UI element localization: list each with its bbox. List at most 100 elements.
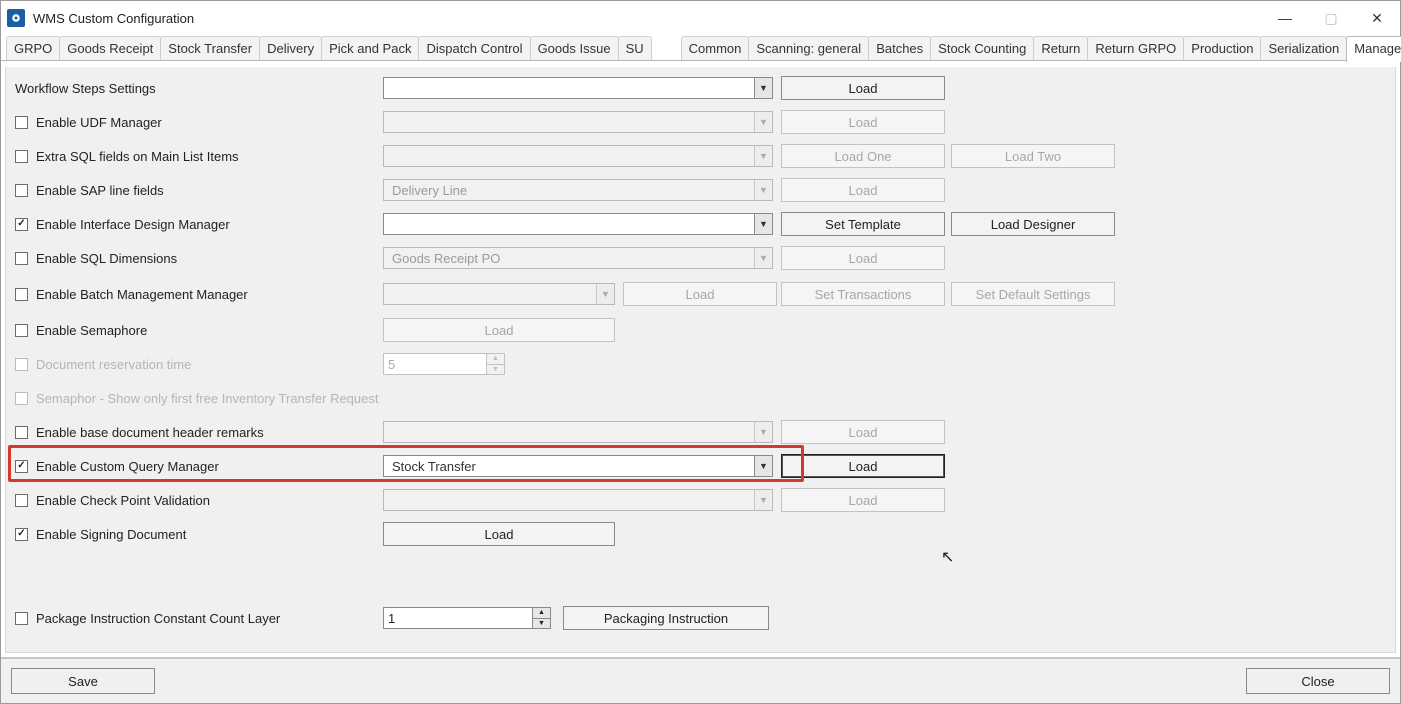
load-designer-button[interactable]: Load Designer <box>951 212 1115 236</box>
tab-goods-receipt[interactable]: Goods Receipt <box>59 36 161 61</box>
spinner-package-instruction[interactable]: 1 ▲▼ <box>383 607 551 629</box>
row-semaphore: Enable Semaphore Load <box>11 313 1390 347</box>
row-signing-doc: Enable Signing Document Load <box>11 517 1390 551</box>
chevron-down-icon: ▼ <box>754 248 772 268</box>
content-area: Workflow Steps Settings ▼ Load Enable UD… <box>1 63 1400 653</box>
checkbox-check-point[interactable] <box>15 494 28 507</box>
load-button-batch-mgmt: Load <box>623 282 777 306</box>
load-button-semaphore: Load <box>383 318 615 342</box>
select-check-point: ▼ <box>383 489 773 511</box>
tab-scanning-general[interactable]: Scanning: general <box>748 36 869 61</box>
checkbox-batch-mgmt[interactable] <box>15 288 28 301</box>
tab-stock-transfer[interactable]: Stock Transfer <box>160 36 260 61</box>
label-udf: Enable UDF Manager <box>36 115 162 130</box>
chevron-up-icon[interactable]: ▲ <box>533 608 550 619</box>
label-interface-design: Enable Interface Design Manager <box>36 217 230 232</box>
tab-batches[interactable]: Batches <box>868 36 931 61</box>
checkbox-package-instruction[interactable] <box>15 612 28 625</box>
load-button-check-point: Load <box>781 488 945 512</box>
chevron-down-icon[interactable]: ▼ <box>533 619 550 629</box>
chevron-down-icon: ▼ <box>754 422 772 442</box>
app-icon <box>7 9 25 27</box>
load-button-workflow[interactable]: Load <box>781 76 945 100</box>
label-package-instruction: Package Instruction Constant Count Layer <box>36 611 280 626</box>
row-interface-design: Enable Interface Design Manager ▼ Set Te… <box>11 207 1390 241</box>
tab-grpo[interactable]: GRPO <box>6 36 60 61</box>
load-button-sql-dimensions: Load <box>781 246 945 270</box>
packaging-instruction-button[interactable]: Packaging Instruction <box>563 606 769 630</box>
select-sap-line: Delivery Line▼ <box>383 179 773 201</box>
checkbox-semaphor-first <box>15 392 28 405</box>
label-workflow: Workflow Steps Settings <box>15 81 156 96</box>
tab-return[interactable]: Return <box>1033 36 1088 61</box>
tab-return-grpo[interactable]: Return GRPO <box>1087 36 1184 61</box>
tab-production[interactable]: Production <box>1183 36 1261 61</box>
select-interface-design[interactable]: ▼ <box>383 213 773 235</box>
select-extra-sql: ▼ <box>383 145 773 167</box>
select-workflow[interactable]: ▼ <box>383 77 773 99</box>
label-doc-res-time: Document reservation time <box>36 357 191 372</box>
chevron-down-icon: ▼ <box>596 284 614 304</box>
row-package-instruction: Package Instruction Constant Count Layer… <box>11 601 1390 635</box>
window-title: WMS Custom Configuration <box>33 11 194 26</box>
load-one-button: Load One <box>781 144 945 168</box>
tab-stock-counting[interactable]: Stock Counting <box>930 36 1034 61</box>
row-check-point: Enable Check Point Validation ▼ Load <box>11 483 1390 517</box>
spinner-doc-res-time: 5 ▲▼ <box>383 353 505 375</box>
tab-serialization[interactable]: Serialization <box>1260 36 1347 61</box>
load-button-sap-line: Load <box>781 178 945 202</box>
tab-dispatch-control[interactable]: Dispatch Control <box>418 36 530 61</box>
close-window-button[interactable]: ✕ <box>1354 1 1400 35</box>
bottom-bar: Save Close <box>1 657 1400 703</box>
checkbox-udf[interactable] <box>15 116 28 129</box>
label-custom-query: Enable Custom Query Manager <box>36 459 219 474</box>
chevron-up-icon: ▲ <box>487 354 504 365</box>
set-default-settings-button: Set Default Settings <box>951 282 1115 306</box>
label-semaphor-first: Semaphor - Show only first free Inventor… <box>36 391 379 406</box>
load-button-custom-query[interactable]: Load <box>781 454 945 478</box>
save-button[interactable]: Save <box>11 668 155 694</box>
load-button-signing-doc[interactable]: Load <box>383 522 615 546</box>
load-button-udf: Load <box>781 110 945 134</box>
checkbox-doc-res-time <box>15 358 28 371</box>
set-template-button[interactable]: Set Template <box>781 212 945 236</box>
tab-common[interactable]: Common <box>681 36 750 61</box>
checkbox-signing-doc[interactable] <box>15 528 28 541</box>
row-udf: Enable UDF Manager ▼ Load <box>11 105 1390 139</box>
checkbox-sap-line[interactable] <box>15 184 28 197</box>
tab-strip: GRPO Goods Receipt Stock Transfer Delive… <box>1 35 1400 63</box>
maximize-button: ▢ <box>1308 1 1354 35</box>
select-udf: ▼ <box>383 111 773 133</box>
chevron-down-icon: ▼ <box>754 456 772 476</box>
select-base-doc: ▼ <box>383 421 773 443</box>
tab-su[interactable]: SU <box>618 36 652 61</box>
checkbox-sql-dimensions[interactable] <box>15 252 28 265</box>
chevron-down-icon: ▼ <box>754 214 772 234</box>
select-batch-mgmt: ▼ <box>383 283 615 305</box>
title-bar: WMS Custom Configuration — ▢ ✕ <box>1 1 1400 35</box>
row-doc-res-time: Document reservation time 5 ▲▼ <box>11 347 1390 381</box>
tab-manager[interactable]: Manager <box>1346 36 1401 62</box>
checkbox-interface-design[interactable] <box>15 218 28 231</box>
row-sap-line: Enable SAP line fields Delivery Line▼ Lo… <box>11 173 1390 207</box>
select-custom-query[interactable]: Stock Transfer▼ <box>383 455 773 477</box>
tab-delivery[interactable]: Delivery <box>259 36 322 61</box>
set-transactions-button: Set Transactions <box>781 282 945 306</box>
select-sql-dimensions: Goods Receipt PO▼ <box>383 247 773 269</box>
chevron-down-icon: ▼ <box>754 146 772 166</box>
row-workflow-steps: Workflow Steps Settings ▼ Load <box>11 71 1390 105</box>
tab-pick-and-pack[interactable]: Pick and Pack <box>321 36 419 61</box>
row-custom-query-mgr: Enable Custom Query Manager Stock Transf… <box>11 449 1390 483</box>
tab-goods-issue[interactable]: Goods Issue <box>530 36 619 61</box>
checkbox-extra-sql[interactable] <box>15 150 28 163</box>
checkbox-semaphore[interactable] <box>15 324 28 337</box>
minimize-button[interactable]: — <box>1262 1 1308 35</box>
checkbox-custom-query[interactable] <box>15 460 28 473</box>
checkbox-base-doc[interactable] <box>15 426 28 439</box>
label-sql-dimensions: Enable SQL Dimensions <box>36 251 177 266</box>
chevron-down-icon: ▼ <box>487 365 504 375</box>
label-sap-line: Enable SAP line fields <box>36 183 164 198</box>
row-extra-sql: Extra SQL fields on Main List Items ▼ Lo… <box>11 139 1390 173</box>
row-sql-dimensions: Enable SQL Dimensions Goods Receipt PO▼ … <box>11 241 1390 275</box>
close-button[interactable]: Close <box>1246 668 1390 694</box>
